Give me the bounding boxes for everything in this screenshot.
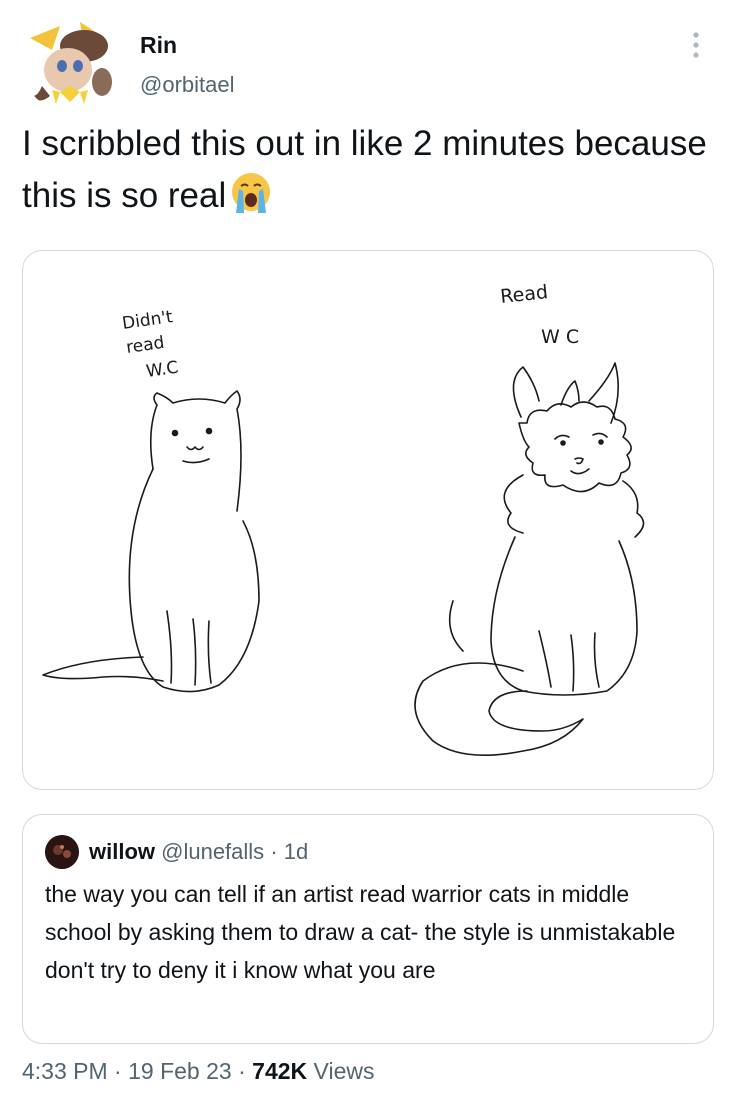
views-count[interactable]: 742K [252,1058,307,1084]
quoted-tweet-header: willow @lunefalls · 1d [89,839,308,865]
more-options-icon[interactable] [686,28,706,62]
quoted-tweet-age: 1d [283,839,309,864]
author-handle[interactable]: @orbitael [140,72,235,98]
tweet-text: I scribbled this out in like 2 minutes b… [22,118,722,222]
fluffy-cat-sketch [414,362,645,756]
avatar-illustration [22,16,118,112]
tweet-media-image[interactable]: Didn't read W.C Read W C [22,250,714,790]
tweet-footer: 4:33 PM · 19 Feb 23 · 742K Views [22,1058,374,1085]
tweet-date[interactable]: 19 Feb 23 [128,1058,232,1084]
quoted-meta-separator: · [270,839,278,864]
left-label-line2: read [125,333,166,358]
right-label-line2: W C [541,326,579,348]
footer-separator: · [238,1058,246,1084]
quoted-author-avatar[interactable] [45,835,79,869]
author-avatar[interactable] [22,16,118,112]
left-label-line1: Didn't [121,307,174,334]
quoted-author-name[interactable]: willow [89,839,155,864]
simple-cat-sketch [42,390,260,693]
quoted-author-handle[interactable]: @lunefalls [161,839,264,864]
cat-sketch-drawing: Didn't read W.C Read W C [42,281,645,756]
author-name[interactable]: Rin [140,32,177,59]
quoted-tweet-card[interactable]: willow @lunefalls · 1d the way you can t… [22,814,714,1044]
views-label: Views [313,1058,375,1084]
footer-separator: · [114,1058,122,1084]
right-label-line1: Read [499,281,549,308]
tweet-time[interactable]: 4:33 PM [22,1058,108,1084]
loudly-crying-face-icon [230,171,272,215]
quoted-tweet-text: the way you can tell if an artist read w… [45,881,676,983]
tweet-text-content: I scribbled this out in like 2 minutes b… [22,124,707,215]
left-label-line3: W.C [145,358,180,382]
